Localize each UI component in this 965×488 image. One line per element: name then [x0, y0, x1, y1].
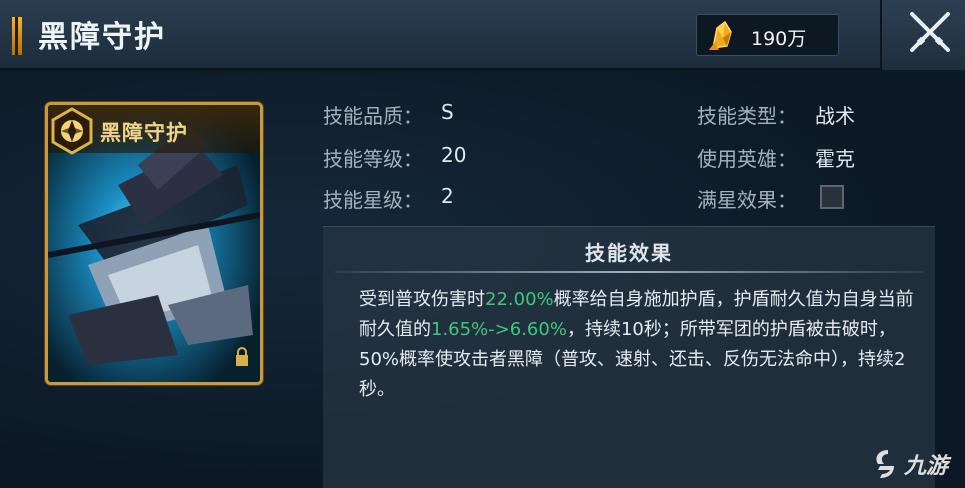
- fullstar-checkbox[interactable]: [820, 185, 844, 209]
- effect-divider: [335, 271, 923, 273]
- page-title: 黑障守护: [38, 20, 166, 55]
- quality-label: 技能品质：: [323, 104, 423, 128]
- hero-label: 使用英雄：: [697, 147, 797, 171]
- effect-highlight-value: 22.00%: [485, 289, 554, 310]
- skill-card: 黑障守护: [45, 102, 263, 385]
- effect-title: 技能效果: [585, 241, 673, 265]
- hexagon-aperture-icon: [51, 107, 93, 155]
- type-label: 技能类型：: [697, 104, 797, 128]
- fullstar-label: 满星效果：: [697, 188, 797, 212]
- watermark: 九游: [870, 446, 960, 482]
- lock-icon: [236, 347, 248, 366]
- close-button[interactable]: [880, 0, 965, 70]
- level-value: 20: [441, 143, 467, 167]
- star-value: 2: [441, 184, 454, 208]
- currency-display: 190万: [696, 14, 839, 56]
- title-accent-mark: [12, 17, 22, 55]
- skill-effect-panel: 技能效果 受到普攻伤害时22.00%概率给自身施加护盾，护盾耐久值为自身当前耐久…: [323, 226, 935, 488]
- top-bar: 黑障守护 190万: [0, 0, 965, 70]
- hero-value: 霍克: [815, 147, 855, 171]
- effect-text-segment: 受到普攻伤害时: [359, 289, 485, 310]
- watermark-text: 九游: [904, 454, 949, 479]
- card-title: 黑障守护: [100, 121, 188, 145]
- jiuyou-logo-icon: [876, 450, 894, 478]
- quality-value: S: [441, 100, 454, 124]
- effect-description: 受到普攻伤害时22.00%概率给自身施加护盾，护盾耐久值为自身当前耐久值的1.6…: [359, 285, 919, 405]
- close-icon[interactable]: [908, 10, 952, 54]
- star-label: 技能星级：: [323, 188, 423, 212]
- level-label: 技能等级：: [323, 147, 423, 171]
- gold-crystal-icon: [709, 20, 732, 50]
- effect-highlight-value: 1.65%->6.60%: [431, 319, 567, 340]
- currency-value: 190万: [751, 28, 807, 50]
- type-value: 战术: [815, 104, 855, 128]
